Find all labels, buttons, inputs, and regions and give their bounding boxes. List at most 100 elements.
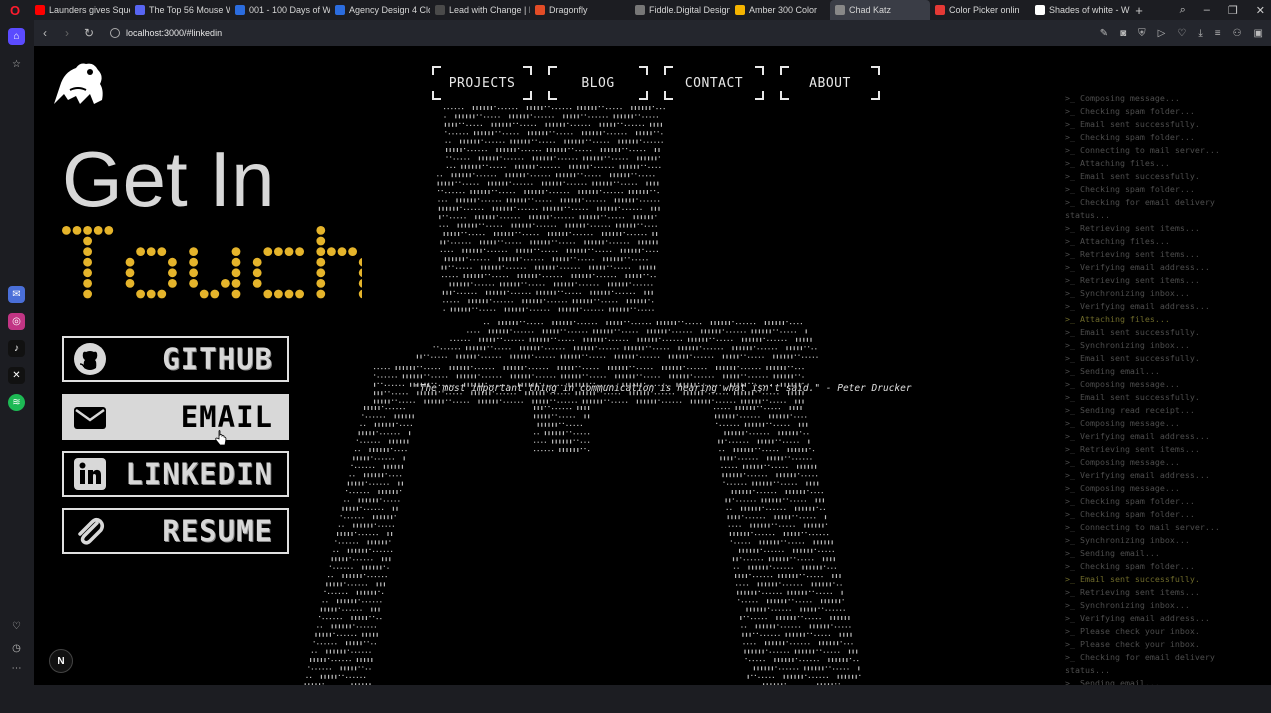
frog-logo-icon[interactable] [50,60,104,106]
paperclip-icon [73,514,107,548]
console-line: >_ Retrieving sent items... [1065,587,1200,597]
browser-tab[interactable]: Shades of white - Wik [1030,0,1130,20]
console-line: >_ Composing message... [1065,457,1180,467]
nextjs-badge[interactable]: N [49,649,73,673]
maximize-button[interactable]: ❐ [1228,4,1238,17]
taskbar [0,685,1271,713]
tab-favicon-icon [935,5,945,15]
pin-icon[interactable]: ☆ [8,56,25,73]
console-line: >_ Verifying email address... [1065,470,1210,480]
console-line: >_ Composing message... [1065,418,1180,428]
tab-strip: Launders gives Squee The Top 56 Mouse W 00… [30,0,1130,20]
opera-logo-icon[interactable]: O [0,0,30,20]
address-bar-tools: ✎ ◙ ⛨ ▷ ♡ ⤓ ≡ ⚇ ▣ [1100,20,1263,46]
tab-title: Dragonfly [549,5,588,15]
console-line: >_ Email sent successfully. [1065,353,1200,363]
browser-tab[interactable]: Agency Design 4 Clon [330,0,430,20]
camera-icon[interactable]: ◙ [1120,28,1126,39]
new-tab-button[interactable]: + [1130,3,1148,18]
more-icon[interactable]: ⋯ [8,660,25,677]
tiktok-icon[interactable]: ♪ [8,340,25,357]
site-info-icon[interactable] [110,28,120,38]
profile-icon[interactable]: ⚇ [1233,28,1242,39]
console-line: >_ Composing message... [1065,93,1180,103]
console-line: >_ Checking spam folder... [1065,509,1195,519]
url-field[interactable]: localhost:3000/#linkedin [110,28,222,38]
nav-projects-label: PROJECTS [448,75,516,91]
console-line: >_ Retrieving sent items... [1065,249,1200,259]
console-line: >_ Email sent successfully. [1065,171,1200,181]
browser-tab[interactable]: Dragonfly [530,0,630,20]
nav-about-label: ABOUT [809,75,851,91]
tab-favicon-icon [635,5,645,15]
browser-tab[interactable]: Launders gives Squee [30,0,130,20]
instagram-icon[interactable]: ◎ [8,313,25,330]
github-link-button[interactable]: GITHUB [62,336,289,382]
console-line: >_ Composing message... [1065,379,1180,389]
bookmark-heart-icon[interactable]: ♡ [1177,28,1186,39]
page-title-line1: Get In [62,135,275,223]
browser-sidebar: ⌂ ☆ ✉ ◎ ♪ ✕ ≋ ♡ ◷ ⋯ [0,20,34,685]
browser-tab[interactable]: 001 - 100 Days of We [230,0,330,20]
x-icon[interactable]: ✕ [8,367,25,384]
tab-favicon-icon [135,5,145,15]
tab-title: The Top 56 Mouse W [149,5,230,15]
app-icon-1[interactable]: ✉ [8,286,25,303]
console-line: >_ Email sent successfully. [1065,574,1200,584]
close-window-button[interactable]: ✕ [1256,4,1265,17]
email-link-button[interactable]: EMAIL [62,394,289,440]
linkedin-link-button[interactable]: LINKEDIN [62,451,289,497]
download-icon[interactable]: ⤓ [1198,28,1202,39]
resume-label: RESUME [162,514,273,548]
back-button[interactable]: ‹ [34,26,56,40]
nav-blog[interactable]: BLOG [548,66,648,100]
browser-tab[interactable]: Chad Katz [830,0,930,20]
sidebar-toggle-icon[interactable]: ▣ [1254,28,1263,39]
menu-icon[interactable]: ≡ [1215,28,1221,39]
forward-button[interactable]: › [56,26,78,40]
browser-tab-bar: O Launders gives Squee The Top 56 Mouse W… [0,0,1271,20]
play-icon[interactable]: ▷ [1158,28,1166,39]
console-line: >_ Sending read receipt... [1065,405,1195,415]
browser-tab[interactable]: Color Picker onlin [930,0,1030,20]
home-icon[interactable]: ⌂ [8,28,25,45]
heart-icon[interactable]: ♡ [8,618,25,635]
envelope-icon [73,400,107,434]
console-line: >_ Sending email... [1065,366,1160,376]
nav-about[interactable]: ABOUT [780,66,880,100]
page-viewport: PROJECTS BLOG CONTACT ABOUT Get In GITHU… [34,46,1271,685]
tab-favicon-icon [735,5,745,15]
console-line: >_ Checking for email delivery [1065,652,1215,662]
search-tabs-icon[interactable]: ⌕ [1180,4,1186,17]
reload-button[interactable]: ↻ [78,26,100,40]
tab-favicon-icon [335,5,345,15]
github-icon [73,342,107,376]
resume-link-button[interactable]: RESUME [62,508,289,554]
console-line: status... [1065,665,1110,675]
main-nav: PROJECTS BLOG CONTACT ABOUT [432,66,880,100]
spotify-icon[interactable]: ≋ [8,394,25,411]
console-line: >_ Sending email... [1065,548,1160,558]
console-line: >_ Synchronizing inbox... [1065,600,1190,610]
console-line: status... [1065,210,1110,220]
console-line: >_ Checking spam folder... [1065,132,1195,142]
browser-tab[interactable]: The Top 56 Mouse W [130,0,230,20]
console-line: >_ Connecting to mail server... [1065,522,1220,532]
tab-favicon-icon [535,5,545,15]
nav-projects[interactable]: PROJECTS [432,66,532,100]
edit-icon[interactable]: ✎ [1100,28,1108,39]
console-line: >_ Synchronizing inbox... [1065,340,1190,350]
minimize-button[interactable]: – [1204,4,1210,16]
history-icon[interactable]: ◷ [8,640,25,657]
browser-tab[interactable]: Fiddle.Digital Design [630,0,730,20]
nextjs-badge-label: N [57,655,65,667]
console-line: >_ Attaching files... [1065,158,1170,168]
address-bar: ‹ › ↻ localhost:3000/#linkedin ✎ ◙ ⛨ ▷ ♡… [34,20,1271,46]
vpn-icon[interactable]: ⛨ [1138,28,1146,39]
tab-favicon-icon [435,5,445,15]
browser-tab[interactable]: Lead with Change | B [430,0,530,20]
browser-tab[interactable]: Amber 300 Color [730,0,830,20]
nav-contact[interactable]: CONTACT [664,66,764,100]
console-line: >_ Sending email... [1065,678,1160,685]
url-text: localhost:3000/#linkedin [126,28,223,38]
